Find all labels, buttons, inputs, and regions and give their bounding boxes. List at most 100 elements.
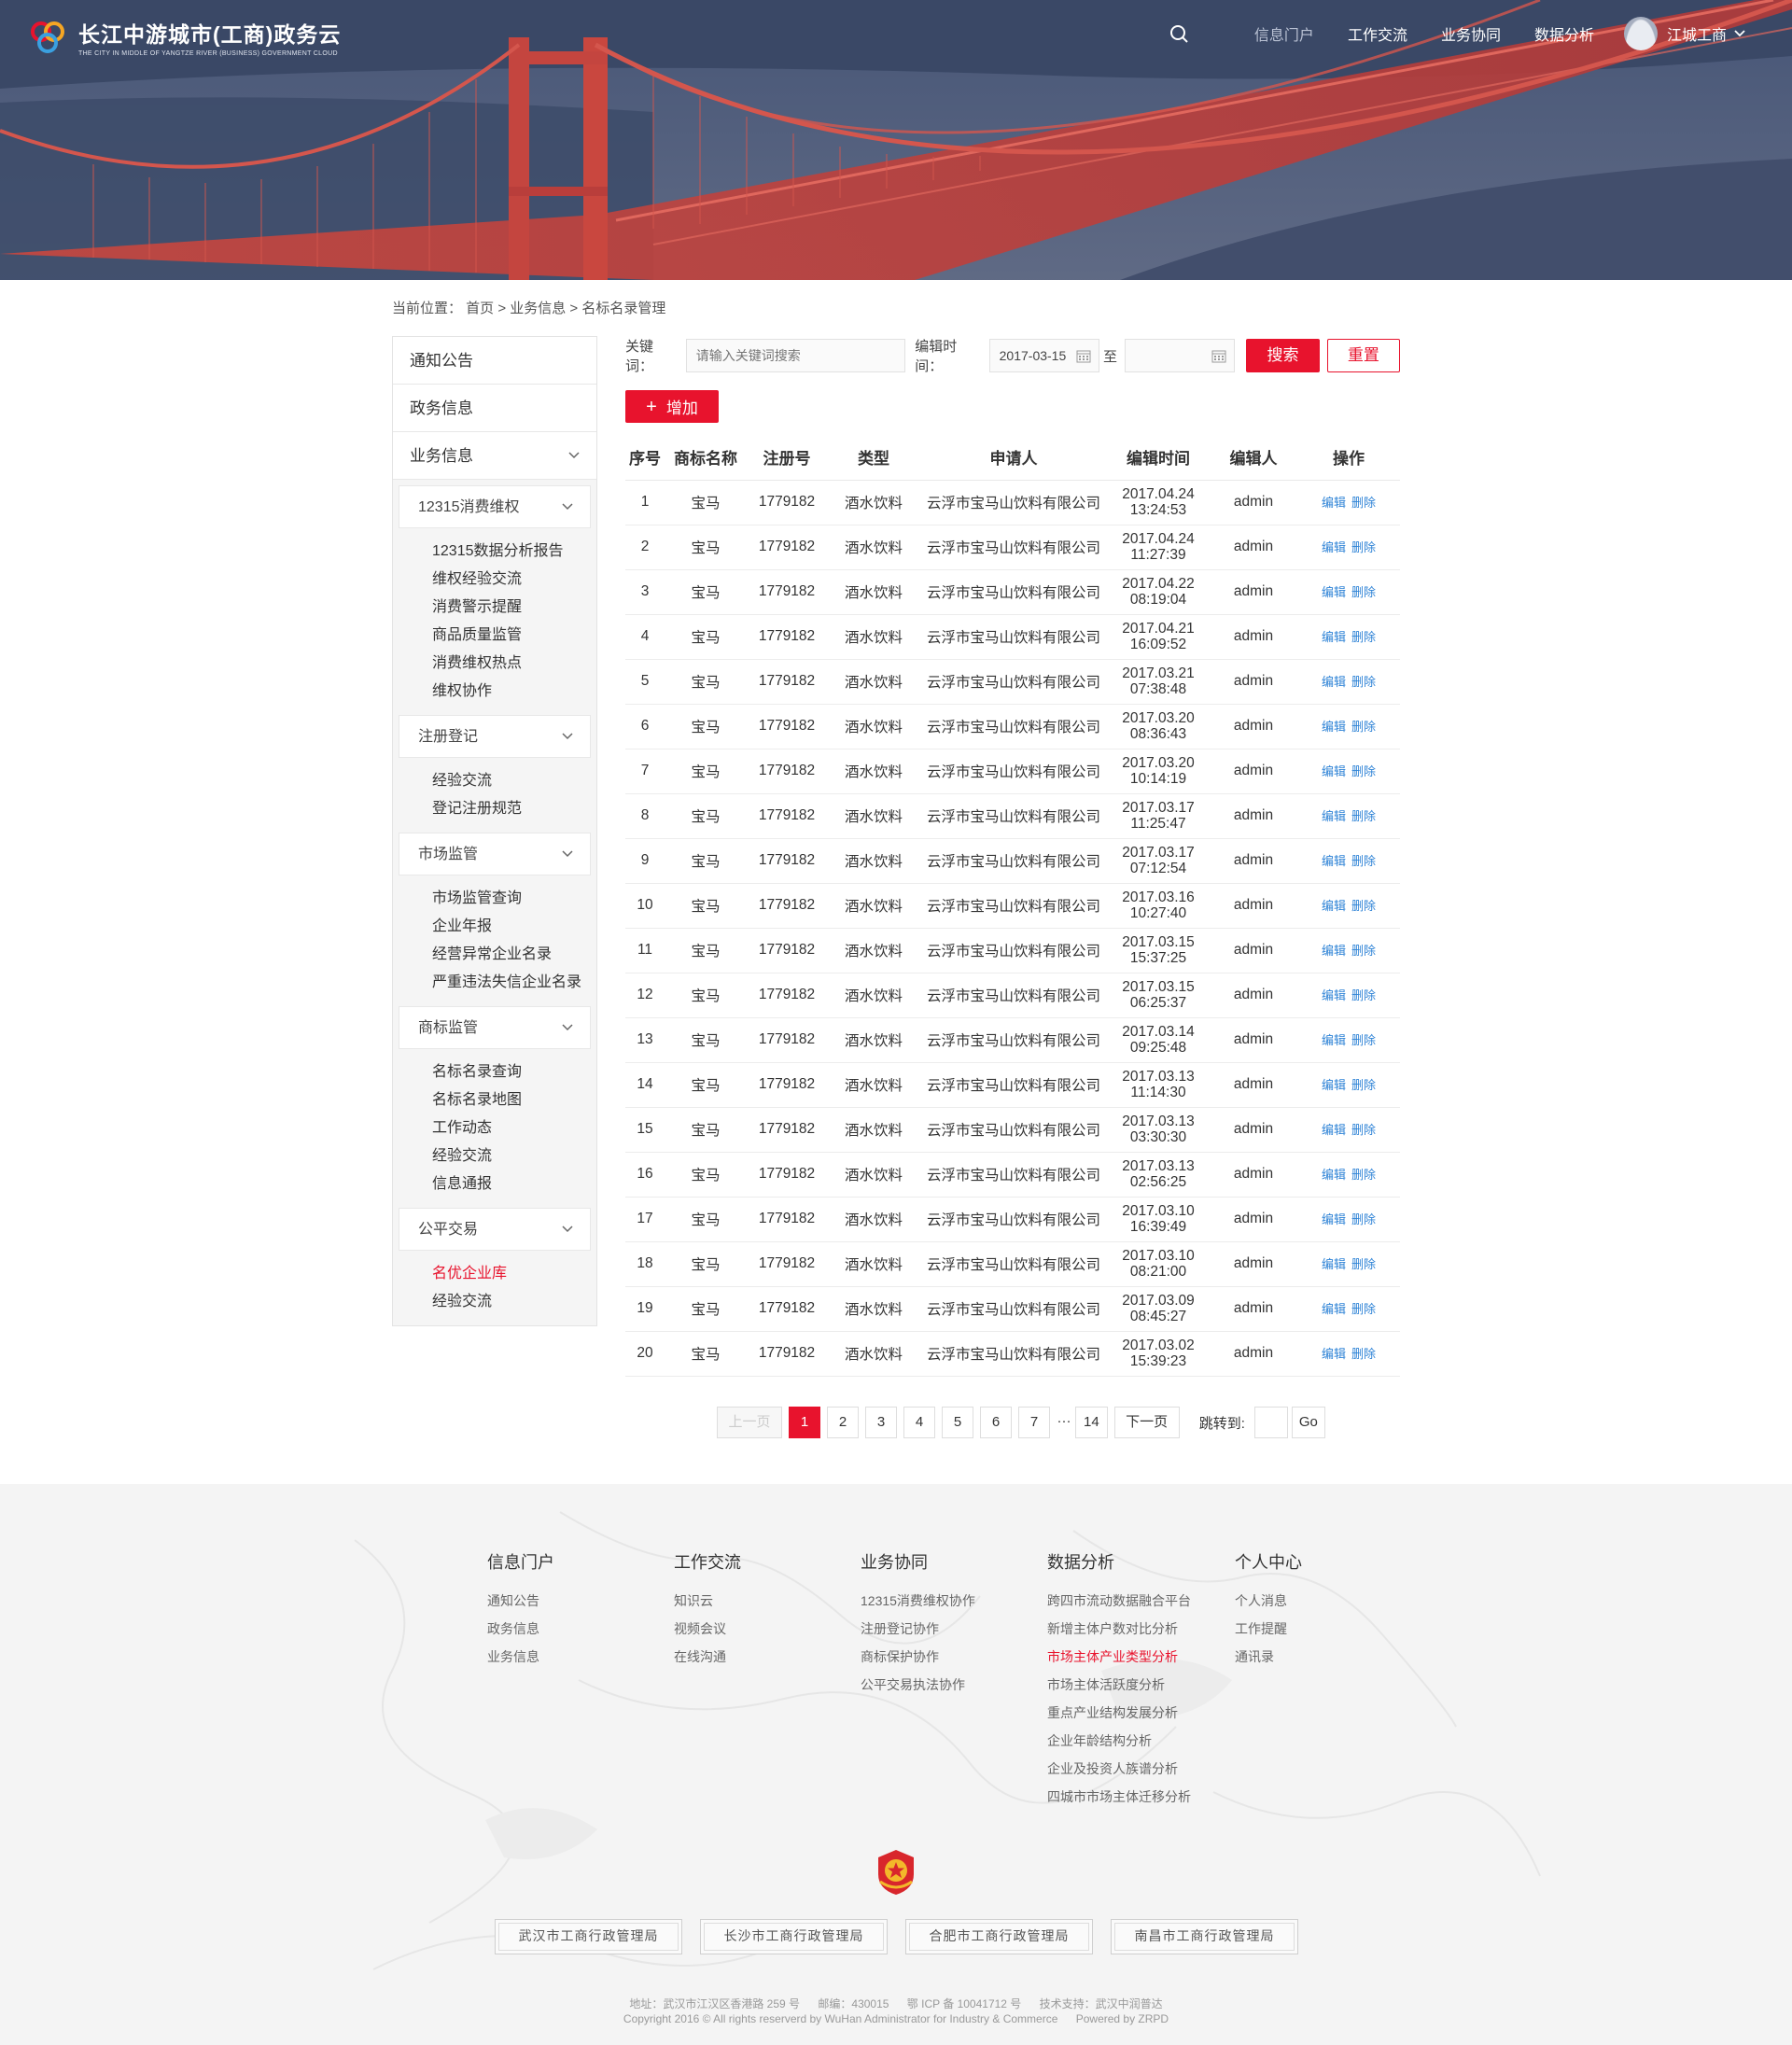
edit-link[interactable]: 编辑 xyxy=(1322,1302,1346,1316)
delete-link[interactable]: 删除 xyxy=(1351,1257,1376,1271)
sidebar-group-fair-trade[interactable]: 公平交易 xyxy=(399,1208,591,1251)
footer-link[interactable]: 重点产业结构发展分析 xyxy=(1047,1699,1191,1727)
go-button[interactable]: Go xyxy=(1291,1407,1325,1438)
sidebar-group-registration[interactable]: 注册登记 xyxy=(399,715,591,758)
user-menu[interactable]: 江城工商 xyxy=(1623,17,1745,50)
footer-link[interactable]: 企业及投资人族谱分析 xyxy=(1047,1755,1191,1783)
delete-link[interactable]: 删除 xyxy=(1351,1347,1376,1361)
edit-link[interactable]: 编辑 xyxy=(1322,809,1346,823)
delete-link[interactable]: 删除 xyxy=(1351,764,1376,778)
footer-link[interactable]: 12315消费维权协作 xyxy=(861,1587,975,1615)
date-from-input[interactable]: 2017-03-15 xyxy=(988,339,1099,372)
bureau-link-hefei[interactable]: 合肥市工商行政管理局 xyxy=(905,1919,1093,1954)
add-button[interactable]: + 增加 xyxy=(625,390,719,423)
delete-link[interactable]: 删除 xyxy=(1351,899,1376,913)
col-editor[interactable]: 编辑人 xyxy=(1210,435,1297,481)
edit-link[interactable]: 编辑 xyxy=(1322,496,1346,510)
footer-link[interactable]: 注册登记协作 xyxy=(861,1615,975,1643)
col-applicant[interactable]: 申请人 xyxy=(920,435,1107,481)
delete-link[interactable]: 删除 xyxy=(1351,988,1376,1002)
delete-link[interactable]: 删除 xyxy=(1351,854,1376,868)
footer-link[interactable]: 个人消息 xyxy=(1235,1587,1302,1615)
sidebar-leaf[interactable]: 经验交流 xyxy=(399,1142,591,1170)
page-button-5[interactable]: 5 xyxy=(942,1407,973,1438)
delete-link[interactable]: 删除 xyxy=(1351,720,1376,734)
col-seq[interactable]: 序号 xyxy=(625,435,665,481)
bureau-link-wuhan[interactable]: 武汉市工商行政管理局 xyxy=(495,1919,682,1954)
sidebar-item-notice[interactable]: 通知公告 xyxy=(393,337,596,385)
col-reg[interactable]: 注册号 xyxy=(747,435,827,481)
delete-link[interactable]: 删除 xyxy=(1351,630,1376,644)
sidebar-group-12315[interactable]: 12315消费维权 xyxy=(399,485,591,528)
edit-link[interactable]: 编辑 xyxy=(1322,1168,1346,1182)
edit-link[interactable]: 编辑 xyxy=(1322,899,1346,913)
sidebar-leaf[interactable]: 消费警示提醒 xyxy=(399,594,591,622)
delete-link[interactable]: 删除 xyxy=(1351,944,1376,958)
edit-link[interactable]: 编辑 xyxy=(1322,720,1346,734)
sidebar-leaf[interactable]: 名标名录查询 xyxy=(399,1058,591,1086)
sidebar-leaf[interactable]: 登记注册规范 xyxy=(399,795,591,823)
sidebar-leaf[interactable]: 企业年报 xyxy=(399,913,591,941)
site-logo[interactable]: 长江中游城市(工商)政务云 THE CITY IN MIDDLE OF YANG… xyxy=(28,17,341,57)
footer-link[interactable]: 业务信息 xyxy=(487,1643,554,1671)
delete-link[interactable]: 删除 xyxy=(1351,1212,1376,1226)
sidebar-leaf[interactable]: 维权协作 xyxy=(399,678,591,706)
sidebar-group-trademark[interactable]: 商标监管 xyxy=(399,1006,591,1049)
footer-link[interactable]: 通知公告 xyxy=(487,1587,554,1615)
edit-link[interactable]: 编辑 xyxy=(1322,854,1346,868)
edit-link[interactable]: 编辑 xyxy=(1322,585,1346,599)
search-icon[interactable] xyxy=(1169,23,1189,44)
sidebar-item-gov-info[interactable]: 政务信息 xyxy=(393,385,596,432)
footer-link[interactable]: 企业年龄结构分析 xyxy=(1047,1727,1191,1755)
page-button-6[interactable]: 6 xyxy=(980,1407,1012,1438)
edit-link[interactable]: 编辑 xyxy=(1322,1257,1346,1271)
edit-link[interactable]: 编辑 xyxy=(1322,540,1346,554)
page-button-2[interactable]: 2 xyxy=(827,1407,859,1438)
delete-link[interactable]: 删除 xyxy=(1351,585,1376,599)
sidebar-leaf-active[interactable]: 名优企业库 xyxy=(399,1260,591,1288)
footer-link[interactable]: 通讯录 xyxy=(1235,1643,1302,1671)
sidebar-leaf[interactable]: 市场监管查询 xyxy=(399,885,591,913)
search-button[interactable]: 搜索 xyxy=(1246,339,1320,372)
jump-page-input[interactable] xyxy=(1253,1407,1288,1438)
nav-work-exchange[interactable]: 工作交流 xyxy=(1348,22,1407,45)
sidebar-leaf[interactable]: 商品质量监管 xyxy=(399,622,591,650)
delete-link[interactable]: 删除 xyxy=(1351,809,1376,823)
edit-link[interactable]: 编辑 xyxy=(1322,1078,1346,1092)
sidebar-leaf[interactable]: 经营异常企业名录 xyxy=(399,941,591,969)
delete-link[interactable]: 删除 xyxy=(1351,496,1376,510)
edit-link[interactable]: 编辑 xyxy=(1322,630,1346,644)
reset-button[interactable]: 重置 xyxy=(1326,339,1401,372)
page-button-7[interactable]: 7 xyxy=(1018,1407,1050,1438)
col-name[interactable]: 商标名称 xyxy=(665,435,747,481)
col-edit-time[interactable]: 编辑时间 xyxy=(1107,435,1210,481)
edit-link[interactable]: 编辑 xyxy=(1322,944,1346,958)
page-button-3[interactable]: 3 xyxy=(865,1407,897,1438)
footer-link[interactable]: 公平交易执法协作 xyxy=(861,1671,975,1699)
bureau-link-nanchang[interactable]: 南昌市工商行政管理局 xyxy=(1111,1919,1298,1954)
keyword-input[interactable] xyxy=(685,339,906,372)
prev-page-button[interactable]: 上一页 xyxy=(717,1407,782,1438)
delete-link[interactable]: 删除 xyxy=(1351,1078,1376,1092)
sidebar-leaf[interactable]: 工作动态 xyxy=(399,1114,591,1142)
sidebar-item-business-info[interactable]: 业务信息 xyxy=(393,432,596,480)
date-to-input[interactable] xyxy=(1124,339,1236,372)
footer-link-active[interactable]: 市场主体产业类型分析 xyxy=(1047,1643,1191,1671)
nav-info-portal[interactable]: 信息门户 xyxy=(1254,22,1314,45)
footer-link[interactable]: 市场主体活跃度分析 xyxy=(1047,1671,1191,1699)
delete-link[interactable]: 删除 xyxy=(1351,1123,1376,1137)
footer-link[interactable]: 在线沟通 xyxy=(674,1643,741,1671)
edit-link[interactable]: 编辑 xyxy=(1322,675,1346,689)
bureau-link-changsha[interactable]: 长沙市工商行政管理局 xyxy=(700,1919,888,1954)
delete-link[interactable]: 删除 xyxy=(1351,1168,1376,1182)
footer-link[interactable]: 跨四市流动数据融合平台 xyxy=(1047,1587,1191,1615)
footer-link[interactable]: 政务信息 xyxy=(487,1615,554,1643)
page-button-4[interactable]: 4 xyxy=(903,1407,935,1438)
sidebar-leaf[interactable]: 严重违法失信企业名录 xyxy=(399,969,591,997)
footer-link[interactable]: 知识云 xyxy=(674,1587,741,1615)
sidebar-leaf[interactable]: 经验交流 xyxy=(399,767,591,795)
sidebar-leaf[interactable]: 名标名录地图 xyxy=(399,1086,591,1114)
sidebar-leaf[interactable]: 消费维权热点 xyxy=(399,650,591,678)
footer-link[interactable]: 四城市市场主体迁移分析 xyxy=(1047,1783,1191,1811)
sidebar-leaf[interactable]: 经验交流 xyxy=(399,1288,591,1316)
